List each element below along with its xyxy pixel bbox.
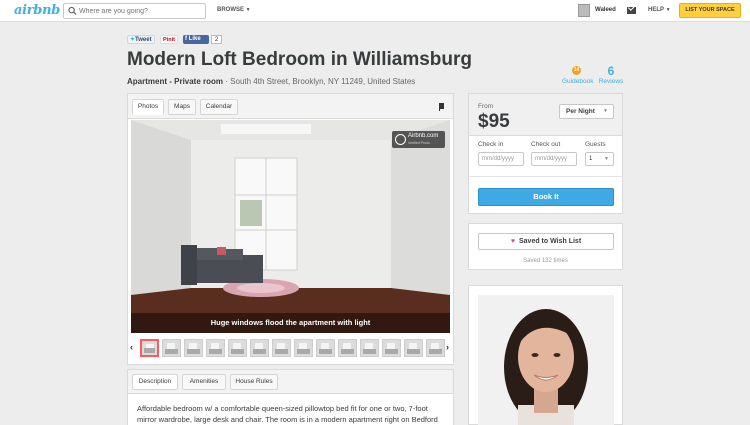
user-name-link[interactable]: Waleed [595,7,616,13]
browse-menu[interactable]: BROWSE ▼ [217,7,251,13]
heart-icon: ♥ [510,238,515,245]
thumbnail[interactable] [338,339,357,357]
thumbnail[interactable] [382,339,401,357]
chevron-right-icon[interactable]: › [446,342,449,352]
user-avatar[interactable] [578,4,590,17]
chevron-down-icon: ▼ [245,7,251,13]
guests-label: Guests [585,141,606,148]
from-label: From [478,103,494,110]
listing-address: · South 4th Street, Brooklyn, NY 11249, … [225,77,416,86]
photo-caption: Huge windows flood the apartment with li… [131,313,450,333]
thumbnail[interactable] [184,339,203,357]
thumbnail-strip: ‹ › [128,336,453,358]
top-navigation-bar: airbnb BROWSE ▼ Waleed HELP ▼ LIST YOUR … [0,0,750,22]
checkin-label: Check in [478,141,504,148]
checkout-field[interactable]: mm/dd/yyyy [531,152,577,166]
thumbnail[interactable] [140,339,159,357]
help-menu[interactable]: HELP ▼ [648,7,671,13]
tab-description[interactable]: Description [132,374,178,390]
description-text: Affordable bedroom w/ a comfortable quee… [137,404,438,424]
wishlist-button[interactable]: ♥ Saved to Wish List [478,233,614,250]
rate-value: Per Night [566,108,595,115]
reviews-count[interactable]: 6 [600,64,622,78]
room-type: Apartment - Private room [127,77,224,86]
host-portrait-illustration [478,295,614,425]
thumbnail[interactable] [162,339,181,357]
thumbnail[interactable] [250,339,269,357]
saved-count: Saved 132 times [523,258,568,264]
badge-sub: Verified Photo [408,141,430,145]
media-tabs: Photos Maps Calendar [128,94,453,119]
thumbnail[interactable] [228,339,247,357]
wishlist-panel: ♥ Saved to Wish List Saved 132 times [468,223,623,270]
description-tabs: Description Amenities House Rules [128,370,453,394]
search-icon [68,6,77,16]
checkout-label: Check out [531,141,561,148]
facebook-like-button[interactable]: f Like [183,35,209,44]
help-label: HELP [648,7,664,13]
tab-amenities[interactable]: Amenities [182,374,226,390]
host-photo[interactable] [478,295,614,425]
list-your-space-button[interactable]: LIST YOUR SPACE [679,3,741,18]
verified-photo-badge: Airbnb.com Verified Photo [392,131,445,148]
guidebook-link[interactable]: Guidebook [562,78,593,85]
check-icon [395,134,406,145]
guidebook-icon[interactable]: 14 [572,66,581,75]
messages-icon[interactable] [627,7,636,14]
airbnb-logo[interactable]: airbnb [14,3,60,18]
thumbnail[interactable] [294,339,313,357]
room-photo-illustration [131,120,450,333]
chevron-down-icon: ▼ [603,108,608,114]
like-count: 2 [211,35,222,44]
media-panel: Photos Maps Calendar Airbnb.com Verified… [127,93,454,365]
search-input[interactable] [79,5,203,17]
tweet-label: Tweet [135,37,152,43]
host-panel [468,285,623,425]
listing-subtitle: Apartment - Private room · South 4th Str… [127,77,415,86]
tab-calendar[interactable]: Calendar [200,99,238,115]
wishlist-label: Saved to Wish List [518,238,582,245]
tweet-button[interactable]: ✦Tweet [127,35,155,44]
pin-it-button[interactable]: Pinit [160,35,178,44]
tab-photos[interactable]: Photos [132,99,164,115]
thumbnail[interactable] [360,339,379,357]
listing-photo[interactable]: Airbnb.com Verified Photo Huge windows f… [131,120,450,333]
checkin-field[interactable]: mm/dd/yyyy [478,152,524,166]
tab-maps[interactable]: Maps [168,99,196,115]
thumbnail[interactable] [272,339,291,357]
search-box[interactable] [63,3,206,19]
chevron-left-icon[interactable]: ‹ [130,342,133,352]
price-value: $95 [478,111,510,132]
chevron-down-icon: ▼ [665,7,671,13]
tab-house-rules[interactable]: House Rules [230,374,278,390]
thumbnail[interactable] [426,339,445,357]
reviews-link[interactable]: Reviews [598,78,624,85]
booking-panel: From $95 Per Night ▼ Check in Check out G… [468,93,623,214]
thumbnail[interactable] [404,339,423,357]
book-it-button[interactable]: Book It [478,188,614,206]
thumbnail[interactable] [206,339,225,357]
like-label: Like [188,36,201,42]
browse-label: BROWSE [217,7,244,13]
thumbnail[interactable] [316,339,335,357]
flag-icon[interactable] [439,103,444,111]
guests-value: 1 [589,156,593,162]
guests-select[interactable]: 1 ▼ [585,152,614,166]
chevron-down-icon: ▼ [604,156,609,162]
divider [469,176,622,177]
listing-title: Modern Loft Bedroom in Williamsburg [127,49,472,70]
description-panel: Description Amenities House Rules Afford… [127,369,454,425]
rate-select[interactable]: Per Night ▼ [559,104,614,119]
badge-name: Airbnb.com [408,133,439,139]
price-header: From $95 Per Night ▼ [469,94,622,136]
